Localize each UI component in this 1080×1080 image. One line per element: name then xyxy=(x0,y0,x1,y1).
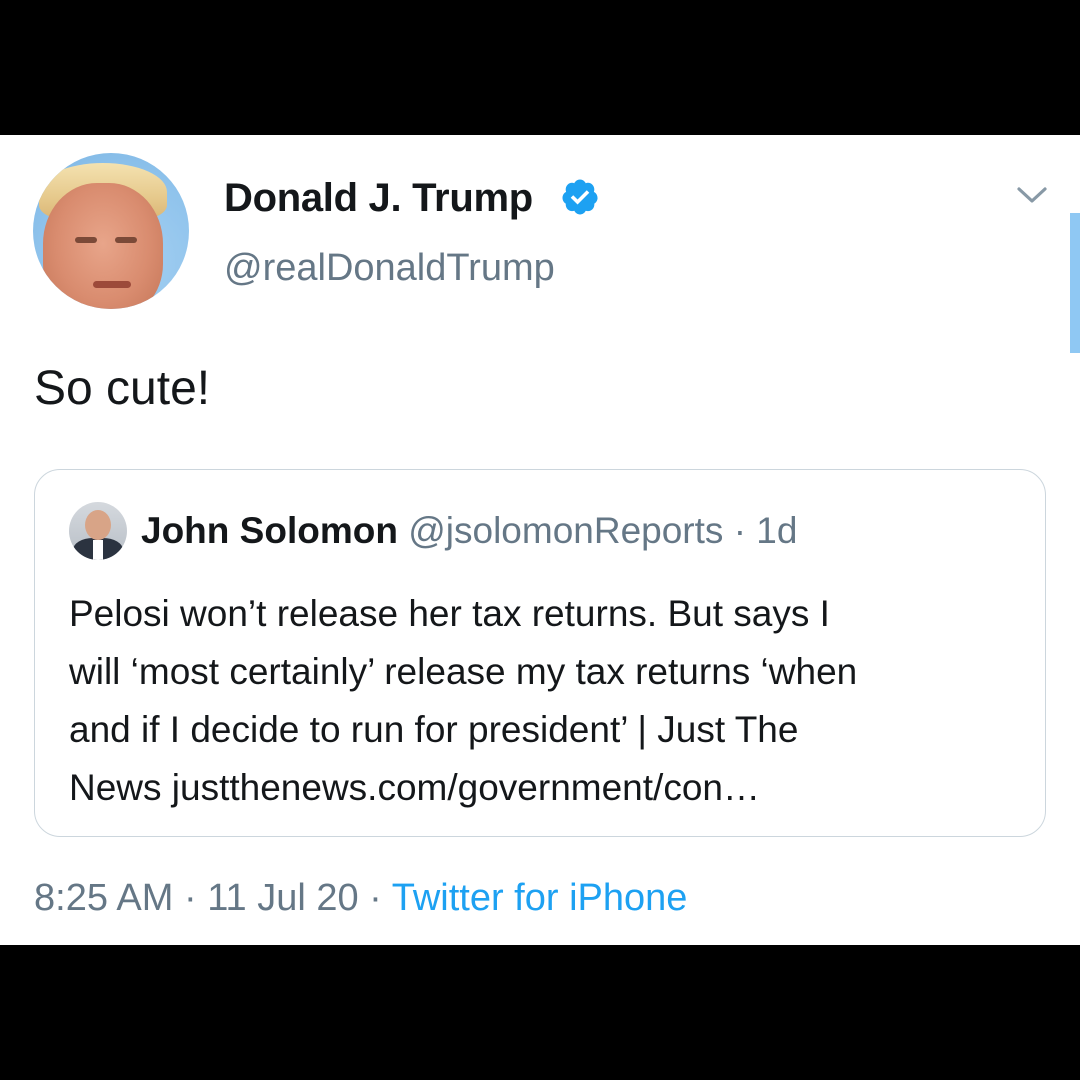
tweet-time: 8:25 AM xyxy=(34,877,174,919)
avatar-eye xyxy=(115,237,137,243)
quoted-tweet-card[interactable]: John Solomon @jsolomonReports · 1d Pelos… xyxy=(34,469,1046,837)
author-handle[interactable]: @realDonaldTrump xyxy=(224,245,555,291)
author-display-name[interactable]: Donald J. Trump xyxy=(224,175,533,221)
quoted-text-line: News justthenews.com/government/con… xyxy=(69,767,760,808)
meta-separator: · xyxy=(183,877,197,919)
avatar-mouth xyxy=(93,281,131,288)
tweet-date: 11 Jul 20 xyxy=(207,877,359,919)
author-avatar[interactable] xyxy=(33,153,189,309)
quoted-tweet-text: Pelosi won’t release her tax returns. Bu… xyxy=(69,585,1019,817)
quoted-tweet-header: John Solomon @jsolomonReports · 1d xyxy=(141,508,797,554)
quoted-tweet-age: 1d xyxy=(756,510,798,551)
quoted-text-line: and if I decide to run for president’ | … xyxy=(69,709,799,750)
chevron-down-icon[interactable] xyxy=(1014,181,1050,209)
meta-separator: · xyxy=(369,877,382,919)
quoted-text-line: will ‘most certainly’ release my tax ret… xyxy=(69,651,858,692)
tweet-card[interactable]: Donald J. Trump @realDonaldTrump So cute… xyxy=(0,135,1080,945)
tweet-timestamp-row: 8:25 AM · 11 Jul 20 · Twitter for iPhone xyxy=(34,875,687,921)
tweet-source-link[interactable]: Twitter for iPhone xyxy=(392,877,688,919)
avatar-shirt xyxy=(93,540,103,560)
quoted-author-handle[interactable]: @jsolomonReports xyxy=(408,510,723,551)
tweet-text: So cute! xyxy=(34,362,211,415)
quoted-text-line: Pelosi won’t release her tax returns. Bu… xyxy=(69,593,830,634)
quoted-author-avatar[interactable] xyxy=(69,502,127,560)
avatar-face xyxy=(43,183,163,309)
avatar-eye xyxy=(75,237,97,243)
quoted-author-name[interactable]: John Solomon xyxy=(141,510,398,551)
scroll-indicator xyxy=(1070,213,1080,353)
meta-separator: · xyxy=(733,510,747,551)
verified-badge-icon xyxy=(562,179,598,215)
avatar-face xyxy=(85,510,111,540)
